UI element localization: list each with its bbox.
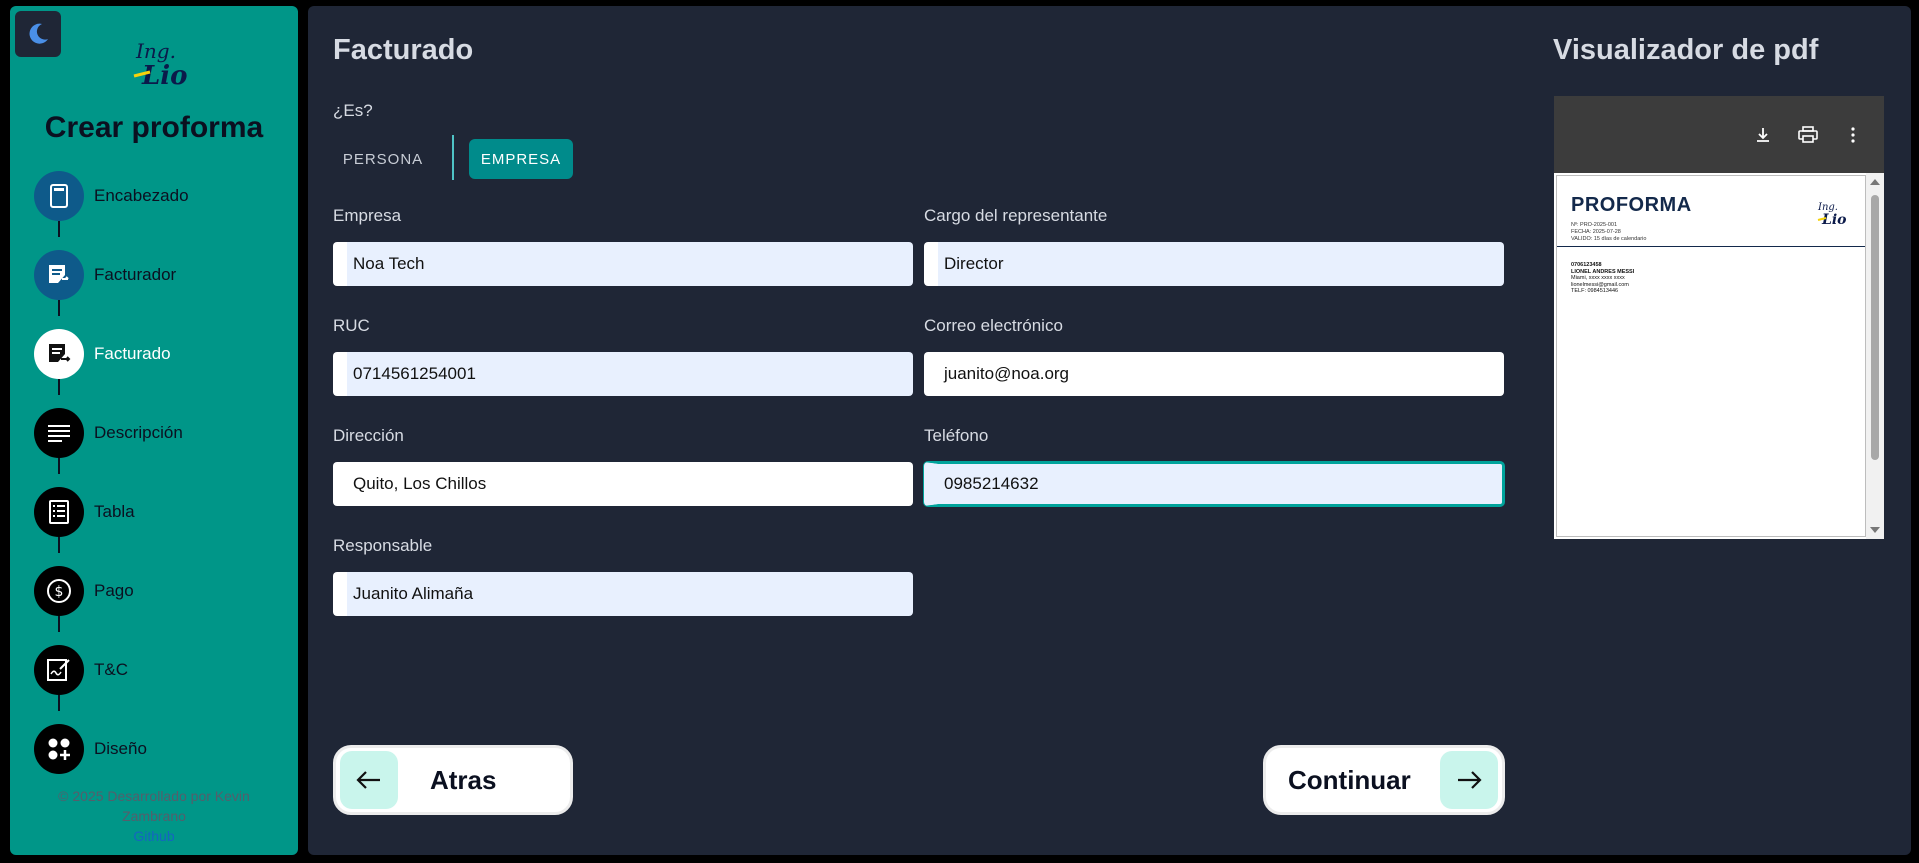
app-logo: Ing. Lio [128, 32, 198, 96]
toggle-persona[interactable]: PERSONA [333, 139, 433, 179]
document-icon [34, 171, 84, 221]
step-label: Encabezado [94, 186, 189, 205]
svg-text:Lio: Lio [141, 61, 188, 91]
responsable-field[interactable]: Juanito Alimaña [333, 572, 913, 616]
toggle-divider [452, 135, 454, 180]
step-label: T&C [94, 660, 128, 679]
telefono-label: Teléfono [924, 426, 989, 445]
footer: © 2025 Desarrollado por Kevin Zambrano G… [10, 786, 298, 846]
toggle-empresa[interactable]: EMPRESA [469, 139, 573, 179]
pdf-client-phone: TELF: 0984513446 [1571, 288, 1619, 294]
ruc-field[interactable]: 0714561254001 [333, 352, 913, 396]
step-label: Pago [94, 581, 134, 600]
direccion-field[interactable]: Quito, Los Chillos [333, 462, 913, 506]
pdf-logo: Ing. Lio [1815, 196, 1849, 235]
signature-icon [34, 645, 84, 695]
lines-icon [34, 408, 84, 458]
cargo-field[interactable]: Director [924, 242, 1504, 286]
ruc-label: RUC [333, 316, 370, 335]
arrow-left-icon [340, 751, 398, 809]
footer-credit: © 2025 Desarrollado por Kevin [58, 788, 250, 804]
step-encabezado[interactable]: Encabezado [34, 171, 274, 221]
step-pago[interactable]: $ Pago [34, 566, 274, 616]
telefono-field[interactable]: 0985214632 [924, 462, 1504, 506]
footer-credit-name: Zambrano [122, 808, 186, 824]
pdf-meta-valid: VALIDO: 15 días de calendario [1571, 236, 1647, 242]
empresa-field[interactable]: Noa Tech [333, 242, 913, 286]
pdf-scroll-thumb[interactable] [1871, 195, 1879, 460]
correo-label: Correo electrónico [924, 316, 1063, 335]
step-tyc[interactable]: T&C [34, 645, 274, 695]
arrow-right-icon [1440, 751, 1498, 809]
print-icon[interactable] [1793, 120, 1823, 150]
receipt-send-icon [34, 329, 84, 379]
pdf-divider [1557, 246, 1865, 247]
pdf-client-address: Miami, xxxx xxxx xxxx [1571, 275, 1625, 281]
pdf-meta: Nº: PRO-2025-001 FECHA: 2025-07-28 VALID… [1571, 222, 1646, 243]
cargo-label: Cargo del representante [924, 206, 1108, 225]
step-diseno[interactable]: Diseño [34, 724, 274, 774]
pdf-viewer[interactable]: PROFORMA Ing. Lio Nº: PRO-2025-001 FECHA:… [1554, 96, 1884, 539]
svg-text:Lio: Lio [1821, 212, 1847, 228]
email-field[interactable]: juanito@noa.org [924, 352, 1504, 396]
step-label: Descripción [94, 423, 183, 442]
pdf-toolbar [1554, 96, 1884, 173]
apps-add-icon [34, 724, 84, 774]
step-descripcion[interactable]: Descripción [34, 408, 274, 458]
page-title: Facturado [333, 34, 474, 66]
sidebar-title: Crear proforma [44, 111, 264, 144]
list-icon [34, 487, 84, 537]
receipt-edit-icon [34, 250, 84, 300]
direccion-label: Dirección [333, 426, 404, 445]
github-link[interactable]: Github [10, 826, 298, 846]
pdf-page: PROFORMA Ing. Lio Nº: PRO-2025-001 FECHA:… [1556, 175, 1866, 537]
pdf-viewer-title: Visualizador de pdf [1553, 34, 1819, 66]
step-label: Diseño [94, 739, 147, 758]
sidebar: Ing. Lio Crear proforma Encabezado Factu… [10, 6, 298, 855]
step-label: Facturador [94, 265, 177, 284]
svg-text:$: $ [55, 584, 64, 600]
empresa-label: Empresa [333, 206, 402, 225]
continue-label: Continuar [1288, 764, 1411, 795]
theme-toggle-button[interactable] [15, 11, 61, 57]
continue-button[interactable]: Continuar [1263, 745, 1505, 815]
pdf-client: 0706123458 LIONEL ANDRES MESSI Miami, xx… [1571, 262, 1634, 295]
step-label: Facturado [94, 344, 171, 363]
back-label: Atras [430, 764, 497, 795]
step-label: Tabla [94, 502, 135, 521]
svg-text:Ing.: Ing. [135, 39, 176, 63]
step-facturado[interactable]: Facturado [34, 329, 274, 379]
more-options-icon[interactable] [1838, 120, 1868, 150]
download-icon[interactable] [1748, 120, 1778, 150]
back-button[interactable]: Atras [333, 745, 573, 815]
step-facturador[interactable]: Facturador [34, 250, 274, 300]
moon-icon [29, 23, 48, 44]
responsable-label: Responsable [333, 536, 433, 555]
pdf-meta-number: Nº: PRO-2025-001 [1571, 222, 1618, 228]
pdf-meta-date: FECHA: 2025-07-28 [1571, 229, 1621, 235]
main-panel: Facturado ¿Es? PERSONA EMPRESA Empresa N… [308, 6, 1911, 855]
dollar-icon: $ [34, 566, 84, 616]
pdf-scrollbar[interactable] [1866, 173, 1884, 539]
pdf-doc-title: PROFORMA [1571, 194, 1692, 216]
type-question: ¿Es? [333, 101, 373, 120]
step-tabla[interactable]: Tabla [34, 487, 274, 537]
